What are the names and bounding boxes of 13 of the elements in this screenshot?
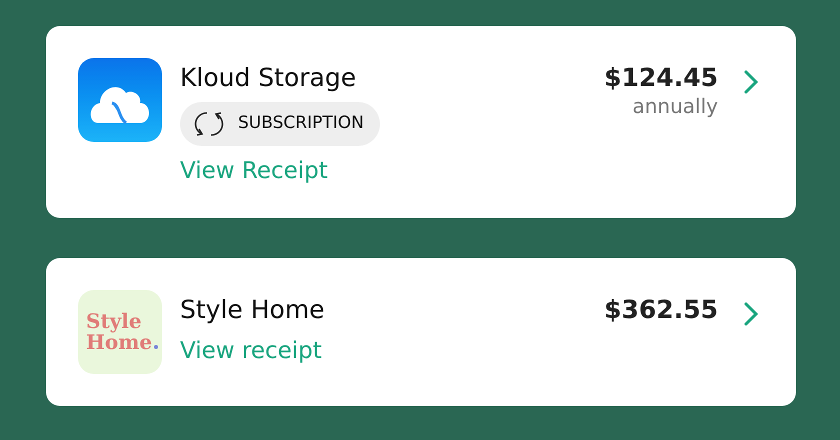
subscription-badge: SUBSCRIPTION xyxy=(180,102,380,146)
price: $124.45 xyxy=(604,62,718,94)
chevron-right-icon[interactable] xyxy=(744,302,758,326)
purchase-card[interactable]: Kloud Storage SUBSCRIPTION View Receipt $124.45 annually xyxy=(46,26,796,218)
merchant-name: Style Home xyxy=(180,294,325,326)
purchase-card[interactable]: Style Home Style Home View receipt $362.55 xyxy=(46,258,796,406)
cloud-app-icon xyxy=(78,58,162,142)
brand-logo: Style Home xyxy=(78,290,162,374)
price: $362.55 xyxy=(604,294,718,326)
refresh-icon xyxy=(194,110,224,138)
billing-period: annually xyxy=(632,94,718,118)
merchant-name: Kloud Storage xyxy=(180,62,356,94)
chevron-right-icon[interactable] xyxy=(744,70,758,94)
